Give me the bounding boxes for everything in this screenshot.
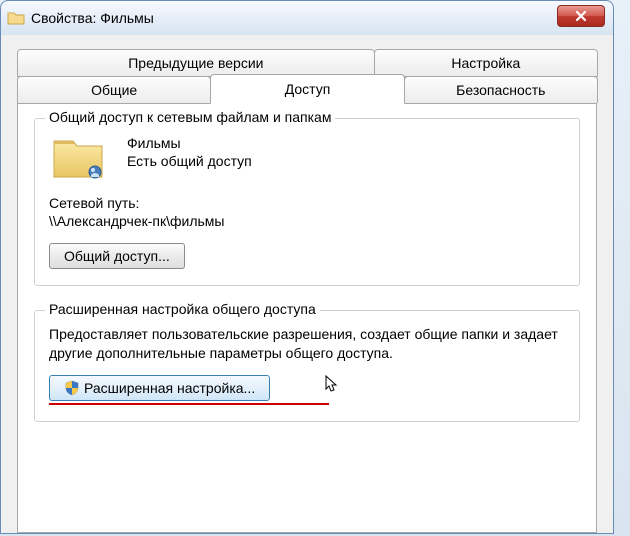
group-advanced-sharing: Расширенная настройка общего доступа Пре… <box>34 310 580 422</box>
folder-name: Фильмы <box>127 135 252 151</box>
folder-small-icon <box>7 10 25 26</box>
content-area: Предыдущие версии Настройка Общие Доступ… <box>1 35 613 533</box>
tab-customize[interactable]: Настройка <box>374 49 598 77</box>
close-icon <box>574 9 588 23</box>
folder-info-row: Фильмы Есть общий доступ <box>49 133 565 181</box>
tab-general[interactable]: Общие <box>17 76 211 103</box>
group-network-sharing-title: Общий доступ к сетевым файлам и папкам <box>45 109 335 125</box>
cursor-icon <box>325 375 341 395</box>
folder-info: Фильмы Есть общий доступ <box>127 133 252 169</box>
network-path-value: \\Александрчек-пк\фильмы <box>49 213 565 229</box>
tabs-row-2: Общие Доступ Безопасность <box>17 76 597 103</box>
titlebar: Свойства: Фильмы <box>1 1 613 35</box>
window-title: Свойства: Фильмы <box>31 10 154 26</box>
tab-panel-sharing: Общий доступ к сетевым файлам и папкам <box>17 103 597 533</box>
share-button[interactable]: Общий доступ... <box>49 243 185 269</box>
close-button[interactable] <box>557 5 605 27</box>
properties-window: Свойства: Фильмы Предыдущие версии Настр… <box>0 0 614 534</box>
tabs: Предыдущие версии Настройка Общие Доступ… <box>17 49 597 103</box>
tab-security[interactable]: Безопасность <box>404 76 598 103</box>
folder-status: Есть общий доступ <box>127 153 252 169</box>
highlight-underline <box>49 403 329 405</box>
group-network-sharing: Общий доступ к сетевым файлам и папкам <box>34 118 580 286</box>
tab-sharing[interactable]: Доступ <box>210 74 404 104</box>
network-path-label: Сетевой путь: <box>49 195 565 211</box>
folder-large-icon <box>51 133 105 181</box>
group-advanced-sharing-title: Расширенная настройка общего доступа <box>45 301 320 317</box>
tabs-row-1: Предыдущие версии Настройка <box>17 49 597 77</box>
shield-icon <box>64 380 80 396</box>
tab-previous-versions[interactable]: Предыдущие версии <box>17 49 375 77</box>
advanced-description: Предоставляет пользовательские разрешени… <box>49 325 565 363</box>
advanced-sharing-button[interactable]: Расширенная настройка... <box>49 375 270 401</box>
